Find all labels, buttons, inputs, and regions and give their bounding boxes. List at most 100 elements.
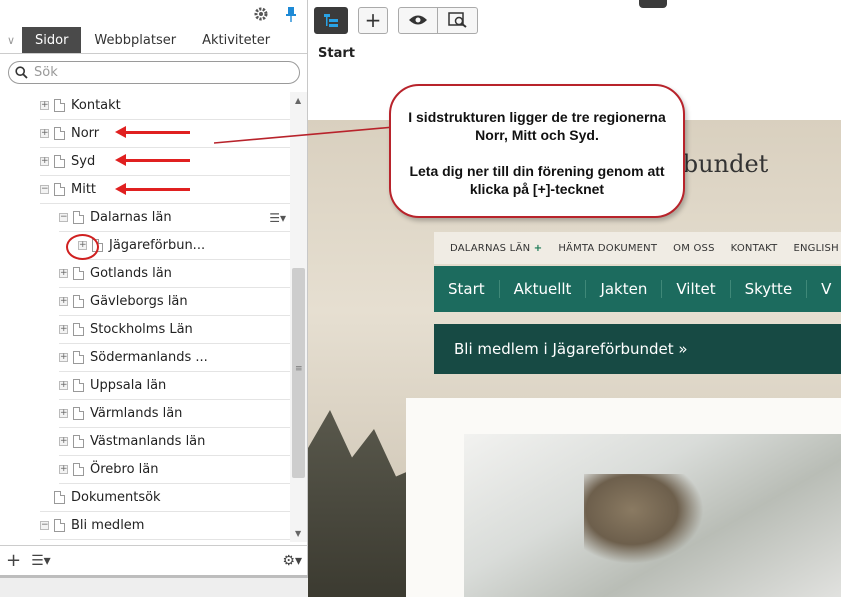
tree-node-label: Dalarnas län bbox=[90, 210, 172, 225]
annotation-arrow-mitt bbox=[115, 183, 190, 195]
toolbar: + bbox=[308, 0, 841, 40]
scroll-down-icon[interactable]: ▼ bbox=[295, 529, 301, 538]
gear-icon[interactable] bbox=[251, 4, 271, 24]
add-button[interactable]: + bbox=[358, 6, 388, 34]
tree-node-jagareforbundet[interactable]: + Jägareförbun... bbox=[78, 232, 290, 260]
page-icon bbox=[73, 463, 84, 476]
callout-pointer bbox=[214, 126, 394, 144]
expand-icon[interactable]: + bbox=[40, 157, 49, 166]
page-tree-panel: ∨ Sidor Webbplatser Aktiviteter Sök + Ko… bbox=[0, 0, 308, 597]
context-menu-icon[interactable]: ☰▾ bbox=[269, 211, 286, 225]
tree-node-varmlands-lan[interactable]: + Värmlands län bbox=[59, 400, 290, 428]
main-nav-item[interactable]: V bbox=[807, 280, 841, 298]
scroll-up-icon[interactable]: ▲ bbox=[295, 96, 301, 105]
page-icon bbox=[54, 491, 65, 504]
tree-node-label: Dokumentsök bbox=[71, 490, 161, 505]
page-icon bbox=[73, 211, 84, 224]
breadcrumb: Start bbox=[318, 46, 355, 61]
add-icon[interactable]: + bbox=[6, 550, 21, 571]
callout-text-2: Leta dig ner till din förening genom att… bbox=[409, 163, 665, 197]
preview-main-nav: Start Aktuellt Jakten Viltet Skytte V bbox=[434, 266, 841, 312]
top-nav-item[interactable]: KONTAKT bbox=[731, 243, 778, 254]
top-nav-item[interactable]: OM OSS bbox=[673, 243, 714, 254]
top-nav-item[interactable]: HÄMTA DOKUMENT bbox=[558, 243, 657, 254]
tree-node-bli-medlem[interactable]: − Bli medlem bbox=[40, 512, 290, 540]
tree-node-label: Mitt bbox=[71, 182, 97, 197]
tree-node-orebro-lan[interactable]: + Örebro län bbox=[59, 456, 290, 484]
expand-icon[interactable]: + bbox=[59, 269, 68, 278]
tree-node-uppsala-lan[interactable]: + Uppsala län bbox=[59, 372, 290, 400]
panel-bottom-strip bbox=[0, 575, 308, 597]
main-nav-item[interactable]: Aktuellt bbox=[500, 280, 587, 298]
tree-node-gavleborgs-lan[interactable]: + Gävleborgs län bbox=[59, 288, 290, 316]
tree-node-vastmanlands-lan[interactable]: + Västmanlands län bbox=[59, 428, 290, 456]
annotation-arrow-syd bbox=[115, 154, 190, 166]
main-nav-item[interactable]: Start bbox=[434, 280, 500, 298]
tree-node-dalarnas-lan[interactable]: − Dalarnas län ☰▾ bbox=[59, 204, 290, 232]
page-icon bbox=[73, 295, 84, 308]
search-icon bbox=[15, 66, 28, 79]
page-tree: + Kontakt + Norr + Syd − Mitt − Dalarnas… bbox=[0, 92, 290, 542]
tree-node-gotlands-lan[interactable]: + Gotlands län bbox=[59, 260, 290, 288]
content-card bbox=[406, 398, 841, 597]
preview-button[interactable] bbox=[398, 6, 438, 34]
tree-node-label: Gävleborgs län bbox=[90, 294, 188, 309]
chevron-tab-icon[interactable] bbox=[639, 0, 667, 8]
page-icon bbox=[54, 99, 65, 112]
top-nav-item[interactable]: DALARNAS LÄN + bbox=[450, 243, 542, 254]
tab-aktiviteter[interactable]: Aktiviteter bbox=[189, 27, 283, 53]
wolf-figure bbox=[584, 474, 704, 564]
wolf-photo bbox=[464, 434, 841, 597]
tree-node-label: Värmlands län bbox=[90, 406, 183, 421]
scrollbar-thumb[interactable]: ≡ bbox=[292, 268, 305, 478]
expand-icon[interactable]: + bbox=[59, 437, 68, 446]
tree-view-button[interactable] bbox=[314, 6, 348, 34]
tree-node-dokumentsok[interactable]: Dokumentsök bbox=[40, 484, 290, 512]
expand-icon[interactable]: + bbox=[59, 409, 68, 418]
tree-scrollbar[interactable]: ▲ ≡ ▼ bbox=[290, 92, 307, 542]
expand-icon[interactable]: + bbox=[40, 101, 49, 110]
page-icon bbox=[73, 267, 84, 280]
top-nav-item[interactable]: ENGLISH bbox=[793, 243, 838, 254]
annotation-callout: I sidstrukturen ligger de tre regionerna… bbox=[389, 84, 685, 218]
pin-icon[interactable] bbox=[281, 4, 301, 24]
page-icon bbox=[54, 183, 65, 196]
expand-icon[interactable]: + bbox=[59, 325, 68, 334]
tree-node-label: Jägareförbun... bbox=[109, 238, 206, 253]
page-icon bbox=[73, 435, 84, 448]
search-placeholder: Sök bbox=[34, 65, 58, 80]
page-icon bbox=[54, 155, 65, 168]
annotation-arrow-norr bbox=[115, 126, 190, 138]
tree-node-kontakt[interactable]: + Kontakt bbox=[40, 92, 290, 120]
expand-icon[interactable]: + bbox=[40, 129, 49, 138]
tree-node-stockholms-lan[interactable]: + Stockholms Län bbox=[59, 316, 290, 344]
tree-node-syd[interactable]: + Syd bbox=[40, 148, 290, 176]
membership-banner[interactable]: Bli medlem i Jägareförbundet » bbox=[434, 324, 841, 374]
expand-icon[interactable]: + bbox=[59, 465, 68, 474]
compare-button[interactable] bbox=[438, 6, 478, 34]
chevron-down-icon[interactable]: ∨ bbox=[0, 27, 22, 53]
tree-node-label: Gotlands län bbox=[90, 266, 172, 281]
tree-node-label: Västmanlands län bbox=[90, 434, 206, 449]
tree-node-label: Södermanlands ... bbox=[90, 350, 208, 365]
search-input[interactable]: Sök bbox=[8, 61, 300, 84]
page-icon bbox=[54, 519, 65, 532]
expand-icon[interactable]: + bbox=[59, 297, 68, 306]
tree-node-label: Bli medlem bbox=[71, 518, 145, 533]
collapse-icon[interactable]: − bbox=[59, 213, 68, 222]
grip-icon: ≡ bbox=[295, 364, 303, 374]
expand-icon[interactable]: + bbox=[59, 353, 68, 362]
expand-icon[interactable]: + bbox=[59, 381, 68, 390]
main-nav-item[interactable]: Viltet bbox=[662, 280, 731, 298]
collapse-icon[interactable]: − bbox=[40, 185, 49, 194]
tab-webbplatser[interactable]: Webbplatser bbox=[81, 27, 189, 53]
tree-node-sodermanlands-lan[interactable]: + Södermanlands ... bbox=[59, 344, 290, 372]
collapse-icon[interactable]: − bbox=[40, 521, 49, 530]
trees-image bbox=[308, 410, 418, 597]
tab-sidor[interactable]: Sidor bbox=[22, 27, 82, 53]
settings-menu-icon[interactable]: ⚙▾ bbox=[282, 553, 302, 569]
main-nav-item[interactable]: Jakten bbox=[586, 280, 663, 298]
list-menu-icon[interactable]: ☰▾ bbox=[31, 553, 51, 569]
main-nav-item[interactable]: Skytte bbox=[731, 280, 808, 298]
